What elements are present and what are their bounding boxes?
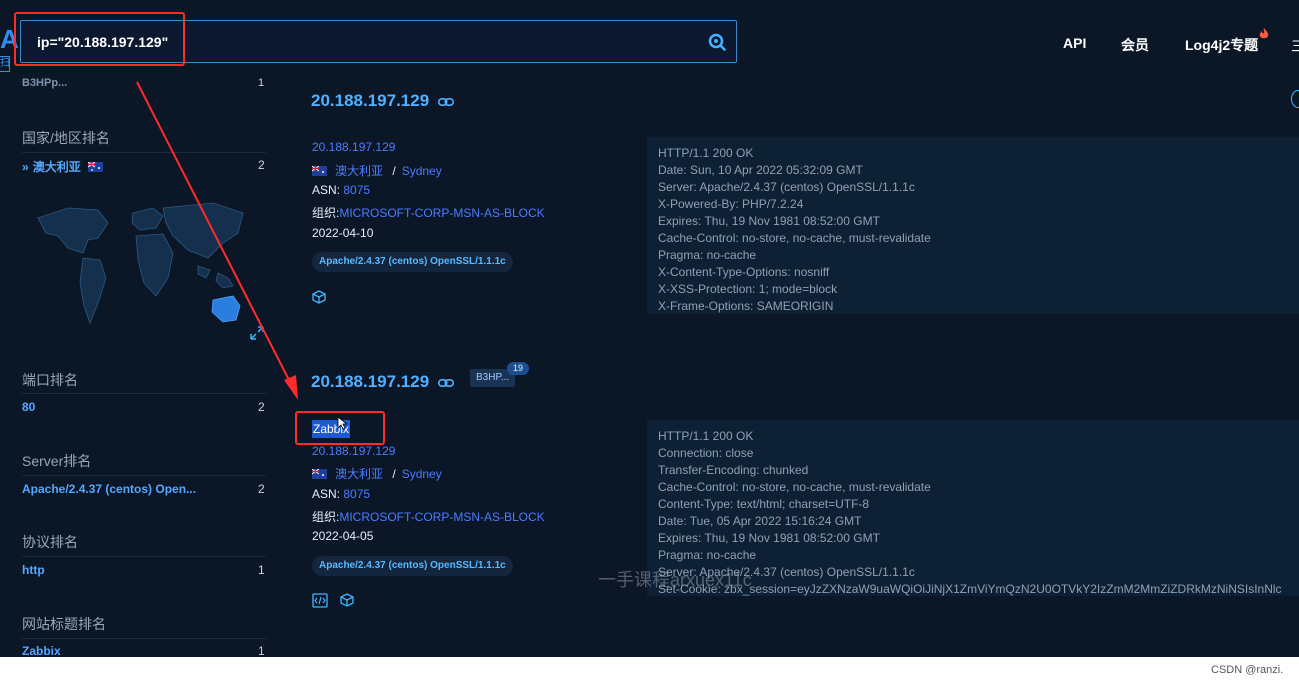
menu-icon[interactable]: 三: [1291, 36, 1299, 54]
australia-flag-icon: [88, 162, 104, 172]
asn-link[interactable]: 8075: [343, 487, 370, 501]
result-1-org: 组织:MICROSOFT-CORP-MSN-AS-BLOCK: [312, 204, 545, 221]
result-1-asn: ASN: 8075: [312, 183, 370, 197]
australia-flag-icon: [312, 469, 327, 479]
nav-api[interactable]: API: [1063, 35, 1086, 51]
sidebar-item-protocol[interactable]: http: [22, 563, 45, 577]
world-map[interactable]: [28, 178, 278, 348]
result-2-asn: ASN: 8075: [312, 487, 370, 501]
divider: [22, 556, 266, 557]
divider: [22, 393, 266, 394]
hot-icon: [1259, 28, 1269, 39]
result-2-server-tag[interactable]: Apache/2.4.37 (centos) OpenSSL/1.1.1c: [312, 556, 513, 576]
footer-bar: [0, 657, 1299, 686]
chevron-right-icon: »: [22, 160, 29, 174]
result-2-location: 澳大利亚 / Sydney: [312, 465, 442, 482]
header-line: Pragma: no-cache: [658, 248, 757, 262]
asn-link[interactable]: 8075: [343, 183, 370, 197]
sidebar-top-item[interactable]: B3HPp...: [22, 77, 67, 89]
org-link[interactable]: MICROSOFT-CORP-MSN-AS-BLOCK: [339, 510, 544, 524]
header-line: HTTP/1.1 200 OK: [658, 146, 754, 160]
sidebar-item-server[interactable]: Apache/2.4.37 (centos) Open...: [22, 482, 196, 496]
result-1-server-tag[interactable]: Apache/2.4.37 (centos) OpenSSL/1.1.1c: [312, 252, 513, 272]
asn-label: ASN:: [312, 183, 341, 197]
webtitle-count: 1: [258, 644, 265, 658]
link-icon[interactable]: [437, 379, 454, 388]
australia-flag-icon: [312, 166, 327, 176]
cube-icon[interactable]: [312, 290, 326, 304]
header-line: X-Frame-Options: SAMEORIGIN: [658, 299, 834, 313]
webtitle-rank-title: 网站标题排名: [22, 616, 106, 632]
badge-count: 19: [507, 362, 529, 375]
separator: /: [392, 164, 396, 178]
country-link[interactable]: 澳大利亚: [335, 164, 383, 178]
result-2-ip-title[interactable]: 20.188.197.129: [311, 372, 454, 392]
header-line: Pragma: no-cache: [658, 548, 757, 562]
header-line: Content-Type: text/html; charset=UTF-8: [658, 497, 870, 511]
org-label: 组织:: [312, 510, 340, 524]
protocol-count: 1: [258, 563, 265, 577]
watermark: 一手课程arxuex11c: [598, 570, 752, 590]
server-count: 2: [258, 482, 265, 496]
protocol-rank-title: 协议排名: [22, 534, 78, 550]
header-line: Cache-Control: no-store, no-cache, must-…: [658, 231, 931, 245]
sidebar-item-port[interactable]: 80: [22, 400, 35, 414]
header-line: Set-Cookie: zbx_session=eyJzZXNzaW9uaWQi…: [658, 582, 1282, 596]
header-line: X-Content-Type-Options: nosniff: [658, 265, 830, 279]
ip-title-text[interactable]: 20.188.197.129: [311, 91, 429, 110]
city-link[interactable]: Sydney: [402, 164, 442, 178]
header-line: Connection: close: [658, 446, 754, 460]
header-line: Transfer-Encoding: chunked: [658, 463, 809, 477]
result-2-org: 组织:MICROSOFT-CORP-MSN-AS-BLOCK: [312, 508, 545, 525]
org-link[interactable]: MICROSOFT-CORP-MSN-AS-BLOCK: [339, 206, 544, 220]
header-line: X-Powered-By: PHP/7.2.24: [658, 197, 804, 211]
footer-credit: CSDN @ranzi.: [1211, 664, 1284, 676]
country-link[interactable]: 澳大利亚: [335, 467, 383, 481]
header-line: Date: Sun, 10 Apr 2022 05:32:09 GMT: [658, 163, 863, 177]
nav-log4j2[interactable]: Log4j2专题: [1185, 35, 1258, 55]
sidebar-item-webtitle[interactable]: Zabbix: [22, 644, 61, 658]
result-1-ip-title[interactable]: 20.188.197.129: [311, 91, 454, 111]
result-1-response-headers[interactable]: HTTP/1.1 200 OK Date: Sun, 10 Apr 2022 0…: [647, 137, 1299, 314]
annotation-box-search: [14, 12, 185, 66]
org-label: 组织:: [312, 206, 340, 220]
annotation-box-title: [295, 411, 385, 445]
port-rank-title: 端口排名: [22, 372, 78, 388]
divider: [22, 638, 266, 639]
result-2-date: 2022-04-05: [312, 529, 374, 543]
header-line: Date: Tue, 05 Apr 2022 15:16:24 GMT: [658, 514, 862, 528]
result-2-ip-link[interactable]: 20.188.197.129: [312, 444, 395, 458]
code-icon[interactable]: [312, 593, 328, 608]
ip-title-text[interactable]: 20.188.197.129: [311, 372, 429, 391]
divider: [22, 475, 266, 476]
circle-icon[interactable]: [1291, 90, 1299, 108]
cube-icon[interactable]: [340, 593, 354, 607]
header-line: X-XSS-Protection: 1; mode=block: [658, 282, 838, 296]
expand-map-icon[interactable]: [250, 326, 264, 340]
header-line: Expires: Thu, 19 Nov 1981 08:52:00 GMT: [658, 214, 880, 228]
country-name: 澳大利亚: [32, 160, 81, 174]
result-1-date: 2022-04-10: [312, 226, 374, 240]
port-count: 2: [258, 400, 265, 414]
country-count: 2: [258, 158, 265, 172]
sidebar-item-country[interactable]: » 澳大利亚: [22, 158, 111, 175]
divider: [22, 152, 266, 153]
logo-sub: 扫: [0, 56, 10, 72]
asn-label: ASN:: [312, 487, 341, 501]
link-icon[interactable]: [437, 98, 454, 107]
search-icon[interactable]: [708, 33, 726, 51]
header-line: Server: Apache/2.4.37 (centos) OpenSSL/1…: [658, 180, 915, 194]
result-1-location: 澳大利亚 / Sydney: [312, 162, 442, 179]
city-link[interactable]: Sydney: [402, 467, 442, 481]
header-line: HTTP/1.1 200 OK: [658, 429, 754, 443]
server-rank-title: Server排名: [22, 453, 92, 469]
sidebar-top-count: 1: [258, 77, 265, 89]
header-line: Server: Apache/2.4.37 (centos) OpenSSL/1…: [658, 565, 915, 579]
header-line: Cache-Control: no-store, no-cache, must-…: [658, 480, 931, 494]
result-1-ip-link[interactable]: 20.188.197.129: [312, 140, 395, 154]
header-line: Expires: Thu, 19 Nov 1981 08:52:00 GMT: [658, 531, 880, 545]
nav-membership[interactable]: 会员: [1121, 35, 1149, 55]
country-rank-title: 国家/地区排名: [22, 130, 110, 146]
separator: /: [392, 467, 396, 481]
